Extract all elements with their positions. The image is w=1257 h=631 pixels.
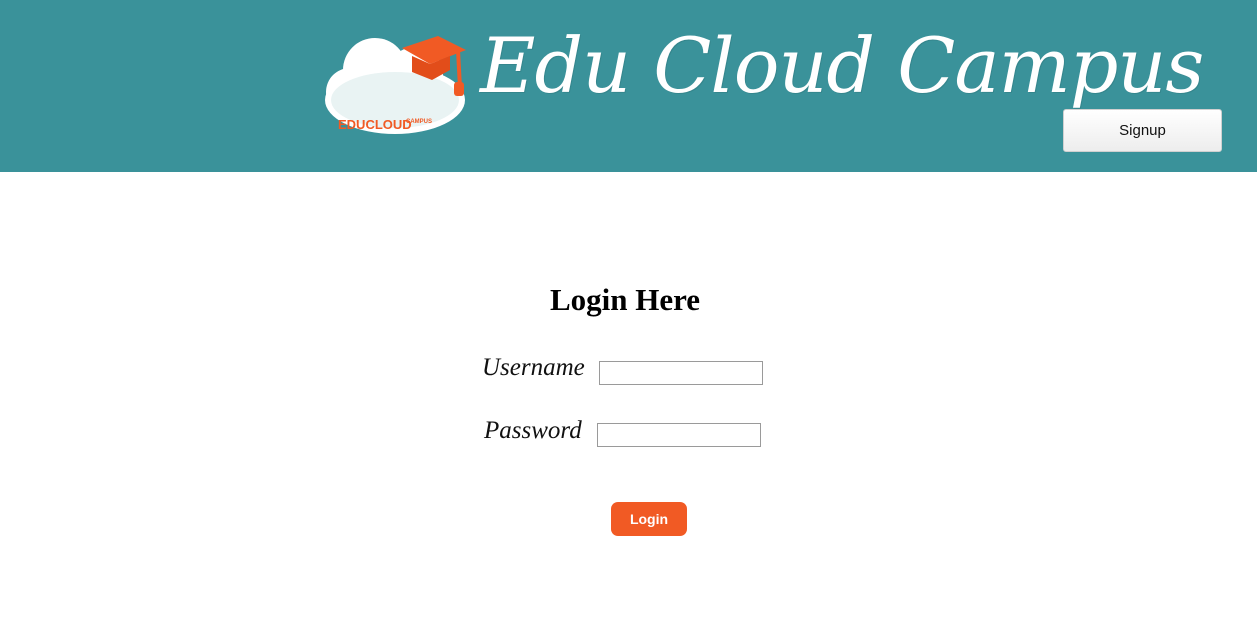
logo-main-text: EDUCLOUD: [338, 117, 412, 132]
signup-button[interactable]: Signup: [1063, 109, 1222, 152]
username-input[interactable]: [599, 361, 763, 385]
password-input[interactable]: [597, 423, 761, 447]
login-title: Login Here: [549, 282, 701, 317]
header-bar: EDUCLOUD CAMPUS Edu Cloud Campus Signup: [0, 0, 1257, 172]
educloud-logo: EDUCLOUD CAMPUS: [325, 36, 466, 134]
login-button[interactable]: Login: [611, 502, 687, 536]
brand-title: Edu Cloud Campus: [480, 21, 1204, 110]
username-label: Username: [482, 354, 585, 381]
password-label: Password: [484, 417, 582, 444]
logo-sub-text: CAMPUS: [406, 119, 432, 125]
